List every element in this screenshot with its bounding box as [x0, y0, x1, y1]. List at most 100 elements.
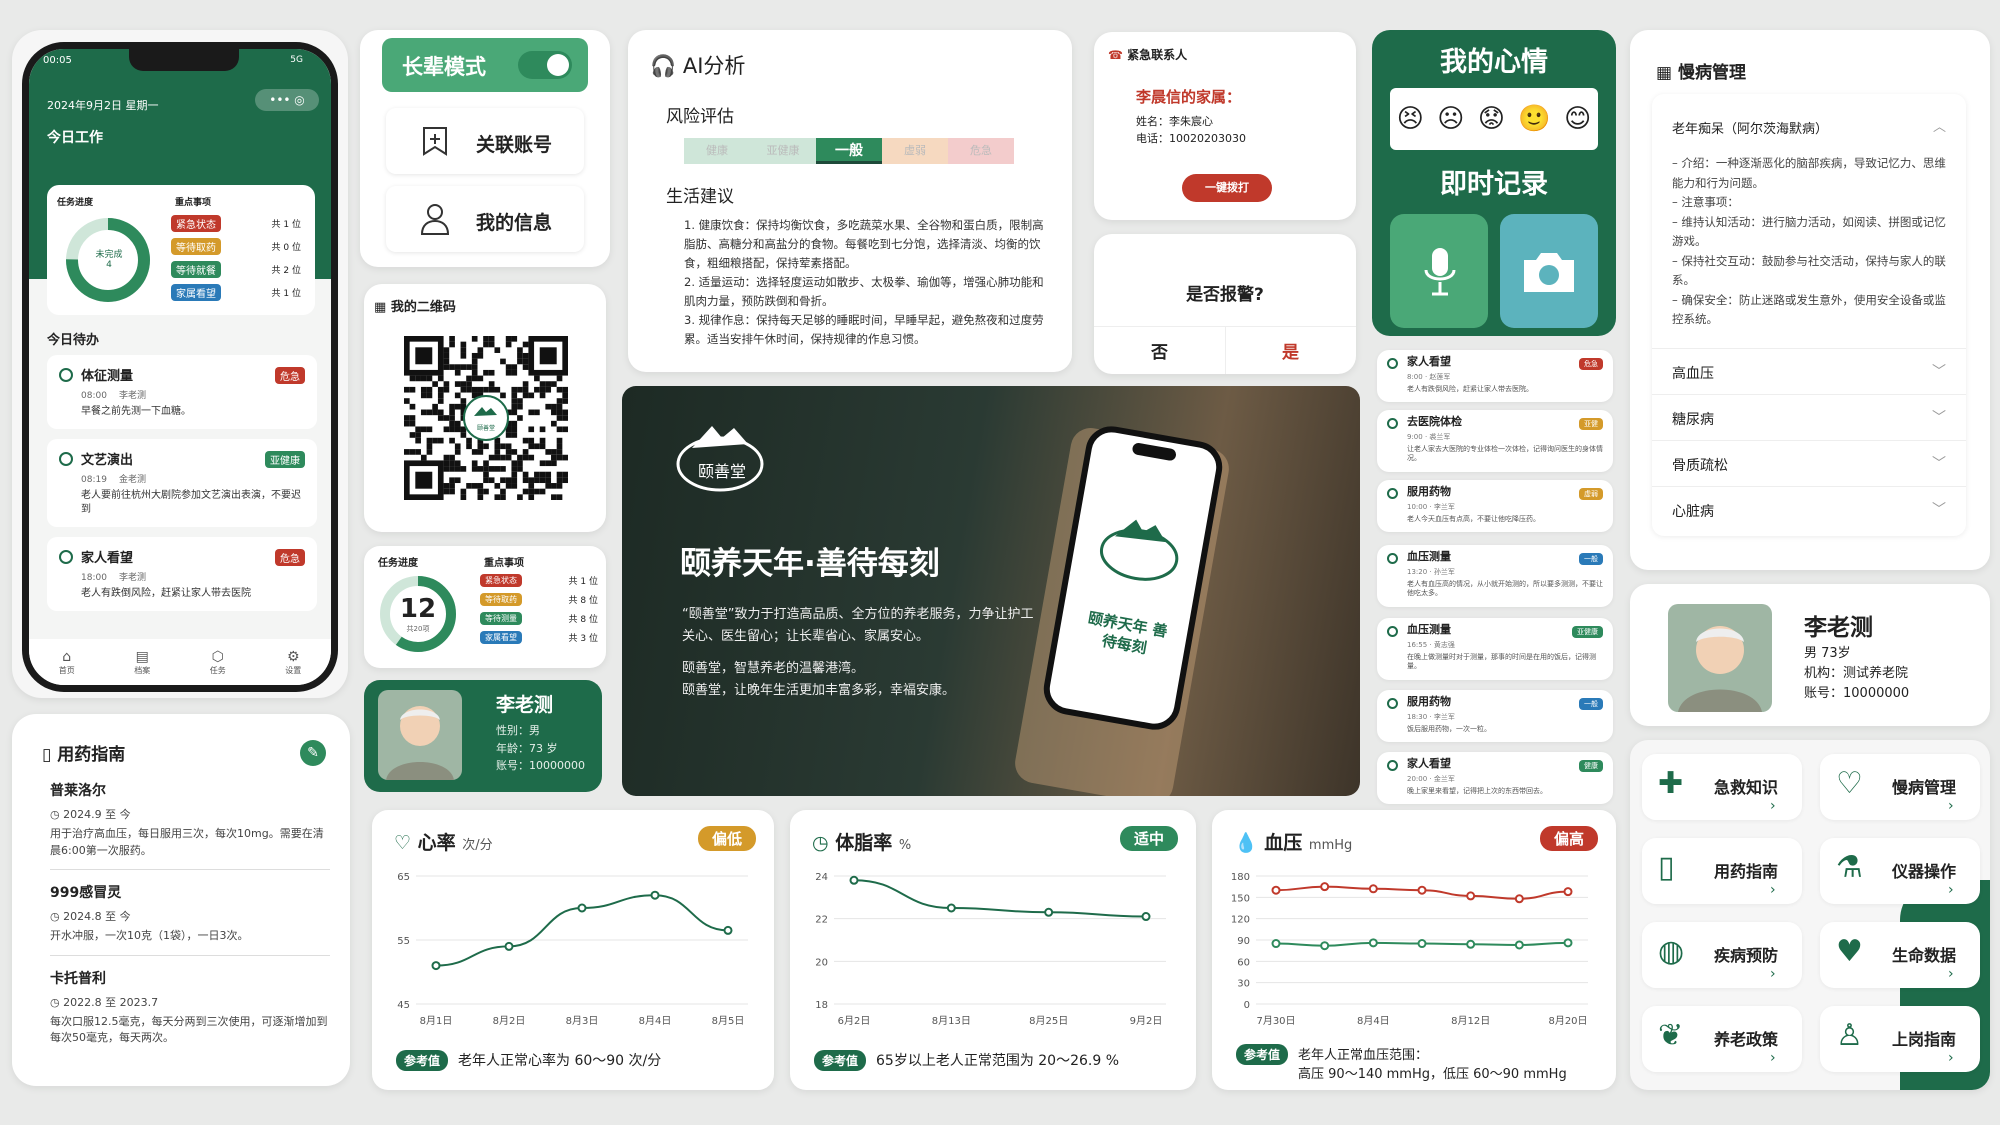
feed-item[interactable]: 服用药物 虚弱 10:00 · 李兰军 老人今天血压有点高，不要让他吃降压药。	[1377, 480, 1613, 533]
data-point	[1141, 912, 1151, 922]
todo-item[interactable]: 家人看望 危急 18:00 李老测 老人有跌倒风险，赶紧让家人带去医院	[47, 537, 317, 611]
brand-logo	[676, 426, 764, 492]
focus-item[interactable]: 紧急状态 共 1 位	[171, 215, 301, 232]
bp-title: 💧 血压 mmHg	[1234, 832, 1353, 854]
checkbox-icon[interactable]	[1387, 488, 1398, 499]
med-item[interactable]: 普莱洛尔 ◷ 2024.9 至 今用于治疗高血压，每日服用三次，每次10mg。需要…	[50, 780, 330, 870]
service-apple[interactable]: ◍ 疾病预防 ›	[1642, 922, 1802, 988]
feed-item[interactable]: 血压测量 亚健康 16:55 · 黄志强 在晚上做测量时对于测量，那事的时间是在用的饭…	[1377, 618, 1613, 680]
link-account-button[interactable]: 关联账号	[386, 108, 584, 174]
todo-item[interactable]: 体征测量 危急 08:00 李老测 早餐之前先测一下血糖。	[47, 355, 317, 429]
profile-avatar	[1668, 604, 1772, 712]
nav-item-3[interactable]: ⚙ 设置	[285, 649, 301, 676]
pc-focus-tag: 家属看望	[480, 631, 522, 644]
chevron-up-icon[interactable]: ︿	[1933, 116, 1946, 135]
chronic-item-label: 糖尿病	[1672, 412, 1714, 428]
checkbox-icon[interactable]	[59, 549, 73, 564]
qr-code[interactable]: 颐善堂	[404, 336, 568, 500]
voice-record-button[interactable]	[1390, 214, 1488, 328]
feed-item[interactable]: 家人看望 危急 8:00 · 赵莲军 老人有跌倒风险，赶紧让家人带去医院。	[1377, 350, 1613, 403]
advice-title: 生活建议	[666, 187, 734, 207]
todo-item[interactable]: 文艺演出 亚健康 08:19 金老测 老人要前往杭州大剧院参加文艺演出表演，不要迟到	[47, 439, 317, 527]
pc-focus-item[interactable]: 等待测量 共 8 位	[480, 612, 598, 625]
risk-bar: 健康 亚健康 一般 虚弱 危急	[684, 138, 1014, 164]
med-item[interactable]: 卡托普利 ◷ 2022.8 至 2023.7 每次口服12.5毫克，每天分两到三次使…	[50, 968, 330, 1057]
chronic-item[interactable]: 骨质疏松 ﹀	[1652, 440, 1966, 486]
photo-record-button[interactable]	[1500, 214, 1598, 328]
checkbox-icon[interactable]	[1387, 626, 1398, 637]
profile-card: 李老测 男 73岁 机构：测试养老院 账号：10000000	[1630, 584, 1990, 726]
elder-mode-row[interactable]: 长辈模式	[382, 38, 588, 92]
elder-card[interactable]: 李老测 性别：男 年龄：73 岁账号：10000000	[364, 680, 602, 792]
x-tick-label: 8月5日	[712, 1015, 745, 1027]
profile-name: 李老测	[1804, 615, 1873, 641]
checkbox-icon[interactable]	[1387, 553, 1398, 564]
service-first-aid[interactable]: ✚ 急救知识 ›	[1642, 754, 1802, 820]
pc-focus-item[interactable]: 等待取药 共 8 位	[480, 593, 598, 606]
service-heartbeat[interactable]: ♥ 生命数据 ›	[1820, 922, 1980, 988]
feed-title: 去医院体检	[1407, 415, 1462, 428]
chronic-item-label: 高血压	[1672, 366, 1714, 382]
focus-item[interactable]: 家属看望 共 1 位	[171, 284, 301, 301]
feed-title: 服用药物	[1407, 695, 1451, 708]
service-policy-leaf[interactable]: ❦ 养老政策 ›	[1642, 1006, 1802, 1072]
checkbox-icon[interactable]	[1387, 358, 1398, 369]
pc-focus-count: 共 8 位	[568, 596, 598, 606]
checkbox-icon[interactable]	[59, 451, 73, 466]
focus-title: 重点事项	[175, 198, 212, 208]
service-medicine-bottle[interactable]: ▯ 用药指南 ›	[1642, 838, 1802, 904]
phone-title: 今日工作	[47, 130, 103, 146]
data-point	[946, 903, 956, 913]
chronic-open-item[interactable]: 老年痴呆（阿尔茨海默病）	[1672, 118, 1828, 137]
call-button[interactable]: 一键拨打	[1182, 174, 1272, 202]
fat-badge: 适中	[1119, 826, 1178, 851]
med-item[interactable]: 999感冒灵 ◷ 2024.8 至 今开水冲服，一次10克（1袋），一日3次。	[50, 882, 330, 956]
checkbox-icon[interactable]	[1387, 418, 1398, 429]
elder-mode-toggle[interactable]	[518, 51, 572, 79]
chronic-item[interactable]: 糖尿病 ﹀	[1652, 394, 1966, 440]
alarm-no-button[interactable]: 否	[1094, 338, 1225, 363]
focus-count: 共 2 位	[271, 266, 301, 276]
capsule-menu[interactable]: ••• ◎	[255, 89, 319, 111]
chevron-down-icon: ﹀	[1932, 410, 1946, 426]
my-info-button[interactable]: 我的信息	[386, 186, 584, 252]
mood-face-4[interactable]: 😊	[1564, 104, 1591, 134]
feed-item[interactable]: 血压测量 一般 13:20 · 孙兰军 老人有血压高的情况，从小就开始测的，所以要多测…	[1377, 545, 1613, 607]
nav-item-1[interactable]: ▤ 档案	[134, 649, 150, 676]
mood-face-0[interactable]: 😣	[1397, 104, 1424, 134]
mood-face-1[interactable]: ☹	[1437, 104, 1464, 134]
checkbox-icon[interactable]	[1387, 698, 1398, 709]
service-heart-care[interactable]: ♡ 慢病管理 ›	[1820, 754, 1980, 820]
nav-item-0[interactable]: ⌂ 首页	[59, 649, 75, 676]
nav-item-2[interactable]: ⬡ 任务	[210, 649, 226, 676]
focus-tag: 等待就餐	[171, 261, 221, 278]
mood-face-2[interactable]: 😟	[1478, 104, 1505, 134]
nav-label: 首页	[58, 665, 75, 675]
edit-icon[interactable]: ✎	[300, 740, 326, 766]
chronic-item[interactable]: 高血压 ﹀	[1652, 348, 1966, 394]
pc-focus-item[interactable]: 家属看望 共 3 位	[480, 631, 598, 644]
data-point	[723, 925, 733, 935]
feed-item[interactable]: 去医院体检 亚健 9:00 · 裘兰军 让老人家去大医院的专业体检一次体检，记得询问医…	[1377, 410, 1613, 472]
chronic-open-text: – 介绍：一种逐渐恶化的脑部疾病，导致记忆力、思维能力和行为问题。 – 注意事项：…	[1672, 154, 1952, 330]
med-date: ◷ 2022.8 至 2023.7	[50, 995, 159, 1009]
feed-item[interactable]: 服用药物 一般 18:30 · 李兰军 饭后服用药物，一次一粒。	[1377, 690, 1613, 743]
pc-focus-item[interactable]: 紧急状态 共 1 位	[480, 574, 598, 587]
feed-item[interactable]: 家人看望 健康 20:00 · 金兰军 晚上家里来看望，记得把上次的东西带回去。	[1377, 752, 1613, 805]
mood-face-3[interactable]: 🙂	[1518, 104, 1550, 134]
fat-chart: 18 20 22 24 6月2日 8月13日 8月25日 9月2日	[815, 872, 1166, 1027]
todo-title: 文艺演出	[81, 453, 134, 468]
focus-item[interactable]: 等待就餐 共 2 位	[171, 261, 301, 278]
service-label: 上岗指南	[1892, 1030, 1957, 1049]
checkbox-icon[interactable]	[1387, 760, 1398, 771]
y-tick-label: 0	[1244, 1000, 1250, 1011]
y-tick-label: 20	[815, 957, 828, 968]
service-worker[interactable]: ♙ 上岗指南 ›	[1820, 1006, 1980, 1072]
meds-list: 普莱洛尔 ◷ 2024.9 至 今用于治疗高血压，每日服用三次，每次10mg。需要…	[50, 780, 330, 1069]
checkbox-icon[interactable]	[59, 367, 73, 382]
service-microscope[interactable]: ⚗ 仪器操作 ›	[1820, 838, 1980, 904]
alarm-yes-button[interactable]: 是	[1225, 338, 1356, 363]
focus-item[interactable]: 等待取药 共 0 位	[171, 238, 301, 255]
status-time: 00:05	[43, 55, 72, 66]
chronic-item[interactable]: 心脏病 ﹀	[1652, 486, 1966, 532]
